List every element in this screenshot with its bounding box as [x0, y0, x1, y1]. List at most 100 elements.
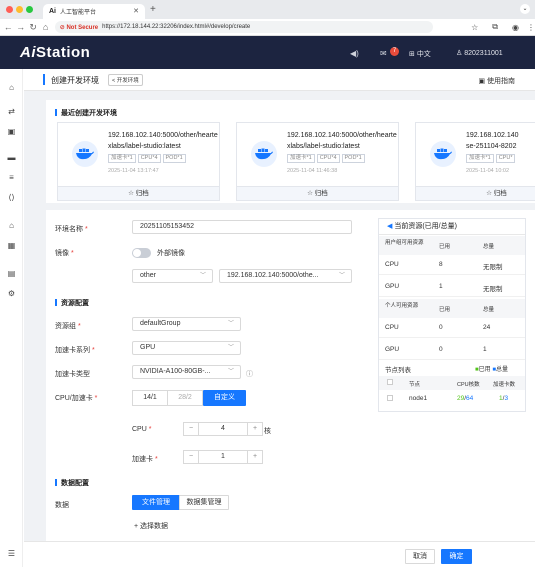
resource-panel-title: ◀ 当前资源(已用/总量)	[379, 219, 525, 235]
add-data-button[interactable]: + 选择数据	[134, 521, 168, 531]
ratio-label: CPU/加速卡 *	[55, 395, 98, 402]
archive-button[interactable]: ☆ 归档	[237, 186, 398, 200]
user-guide-link[interactable]: ▣ 使用指南	[478, 76, 515, 86]
bank-nav-icon[interactable]: ⌂	[6, 221, 17, 230]
title-accent	[43, 74, 45, 85]
image-select[interactable]: 192.168.102.140:5000/othe... ﹀	[219, 269, 352, 283]
settings-nav-icon[interactable]: ⚙	[6, 289, 17, 298]
help-icon[interactable]: ⓘ	[246, 369, 253, 379]
dataset-management-tab[interactable]: 数据集管理	[179, 495, 229, 510]
card-tag: 加速卡*1	[108, 154, 136, 163]
card-tag: POD*1	[162, 154, 186, 163]
acc-series-label: 加速卡系列 *	[55, 347, 95, 354]
acc-series-select[interactable]: GPU ﹀	[132, 341, 241, 355]
card-tag: CPU*4	[137, 154, 161, 163]
archive-button[interactable]: ☆ 归档	[416, 186, 535, 200]
volume-icon[interactable]: ◀)	[350, 49, 359, 58]
chevron-down-icon: ﹀	[227, 369, 234, 375]
acc-increment-button[interactable]: +	[248, 451, 262, 463]
image-category-select[interactable]: other ﹀	[132, 269, 213, 283]
guide-label: 使用指南	[487, 78, 515, 85]
acc-count-label: 加速卡 *	[132, 456, 158, 463]
recent-env-card[interactable]: 192.168.102.140 se-251104-8202 加速卡*1 CPU* …	[415, 122, 535, 201]
recent-environments: 最近创建开发环境 192.168.102.140:5000/other/hear…	[46, 100, 535, 203]
resource-row: GPU 0 1	[379, 340, 525, 360]
user-id: 8202311001	[464, 50, 503, 57]
caret-left-icon[interactable]: ◀	[387, 223, 392, 230]
ratio-option-14-1[interactable]: 14/1	[132, 390, 168, 406]
brand-prefix: Ai	[20, 44, 36, 61]
env-name-label: 环境名称 *	[55, 226, 88, 233]
profile-icon[interactable]: ◉	[512, 23, 519, 32]
resource-row: CPU 0 24	[379, 318, 525, 338]
new-tab-icon[interactable]: +	[150, 4, 156, 15]
acc-stepper[interactable]: − 1 +	[183, 450, 263, 464]
folder-nav-icon[interactable]: ▬	[6, 153, 17, 162]
cpu-value[interactable]: 4	[198, 423, 248, 435]
node-list-header: 节点列表 ■已用 ■总量	[379, 364, 525, 376]
card-tags: 加速卡*1 CPU*4 POD*1	[287, 154, 367, 163]
cpu-decrement-button[interactable]: −	[184, 423, 198, 435]
back-icon[interactable]: ←	[2, 22, 14, 32]
acc-decrement-button[interactable]: −	[184, 451, 198, 463]
browser-tab[interactable]: Ai 人工智能平台 ✕	[43, 4, 145, 19]
reload-icon[interactable]: ↻	[27, 22, 39, 33]
minimize-window-button[interactable]	[16, 6, 23, 13]
recent-title-text: 最近创建开发环境	[61, 110, 117, 117]
external-image-label: 外部镜像	[157, 250, 185, 257]
cpu-increment-button[interactable]: +	[248, 423, 262, 435]
bookmark-star-icon[interactable]: ☆	[471, 23, 478, 32]
url-text: https://172.18.144.22:32206/index.html#/…	[102, 24, 251, 30]
ratio-option-28-2[interactable]: 28/2	[167, 390, 203, 406]
card-image-name: 192.168.102.140:5000/other/hearte xlabs/l…	[287, 132, 397, 150]
env-name-input[interactable]: 20251105153452	[132, 220, 352, 234]
file-management-tab[interactable]: 文件管理	[132, 495, 180, 510]
recent-env-card[interactable]: 192.168.102.140:5000/other/hearte xlabs/l…	[57, 122, 220, 201]
acc-type-select[interactable]: NVIDIA-A100-80GB-... ﹀	[132, 365, 241, 379]
resource-row: CPU 8 无限制	[379, 255, 525, 275]
resource-group-select[interactable]: defaultGroup ﹀	[132, 317, 241, 331]
tab-title: 人工智能平台	[60, 10, 97, 16]
close-tab-icon[interactable]: ✕	[133, 7, 139, 15]
briefcase-nav-icon[interactable]: ▣	[6, 127, 17, 136]
select-all-checkbox[interactable]	[387, 379, 393, 385]
mail-icon[interactable]: ✉	[380, 49, 387, 58]
archive-button[interactable]: ☆ 归档	[58, 186, 219, 200]
node-row[interactable]: node1 29/64 1/3	[379, 391, 525, 407]
collapse-menu-icon[interactable]: ☰	[6, 549, 17, 558]
close-window-button[interactable]	[6, 6, 13, 13]
files-nav-icon[interactable]: ▤	[6, 269, 17, 278]
recent-env-card[interactable]: 192.168.102.140:5000/other/hearte xlabs/l…	[236, 122, 399, 201]
address-bar[interactable]: ⊘ Not Secure https://172.18.144.22:32206…	[54, 21, 434, 33]
code-nav-icon[interactable]: ⟨⟩	[6, 193, 17, 202]
cancel-button[interactable]: 取消	[405, 549, 435, 564]
calendar-nav-icon[interactable]: ▦	[6, 241, 17, 250]
home-nav-icon[interactable]: ⌂	[6, 83, 17, 92]
sidebar: ⌂ ⇄ ▣ ▬ ≡ ⟨⟩ ⌂ ▦ ▤ ⚙ ☰	[0, 69, 23, 567]
not-secure-badge[interactable]: ⊘ Not Secure	[60, 24, 98, 31]
confirm-button[interactable]: 确定	[441, 549, 472, 564]
maximize-window-button[interactable]	[26, 6, 33, 13]
share-nav-icon[interactable]: ⇄	[6, 107, 17, 116]
card-image-name: 192.168.102.140 se-251104-8202	[466, 132, 519, 150]
external-image-toggle[interactable]	[132, 248, 151, 258]
brand-logo[interactable]: AiStation	[20, 44, 90, 61]
forward-icon[interactable]: →	[14, 22, 26, 32]
database-nav-icon[interactable]: ≡	[6, 173, 17, 182]
ratio-option-custom[interactable]: 自定义	[203, 390, 246, 406]
legend-used: 已用	[478, 367, 491, 373]
extensions-icon[interactable]: ⧉	[492, 22, 498, 32]
back-to-dev-env-button[interactable]: < 开发环境	[108, 74, 143, 86]
language-switch[interactable]: ⊞ 中文	[409, 49, 431, 59]
browser-menu-icon[interactable]: ⋮	[527, 23, 535, 32]
home-icon[interactable]: ⌂	[39, 22, 51, 32]
legend-total: 总量	[495, 367, 508, 373]
tab-search-icon[interactable]: ⌄	[520, 4, 530, 14]
app-header: AiStation ◀) ✉ 7 ⊞ 中文 ♙ 8202311001	[0, 36, 535, 69]
user-menu[interactable]: ♙ 8202311001	[456, 49, 503, 57]
card-tag: 加速卡*1	[466, 154, 494, 163]
acc-value[interactable]: 1	[198, 451, 248, 463]
node-checkbox[interactable]	[387, 395, 393, 401]
cpu-stepper[interactable]: − 4 +	[183, 422, 263, 436]
browser-toolbar: ← → ↻ ⌂ ⊘ Not Secure https://172.18.144.…	[0, 19, 535, 36]
